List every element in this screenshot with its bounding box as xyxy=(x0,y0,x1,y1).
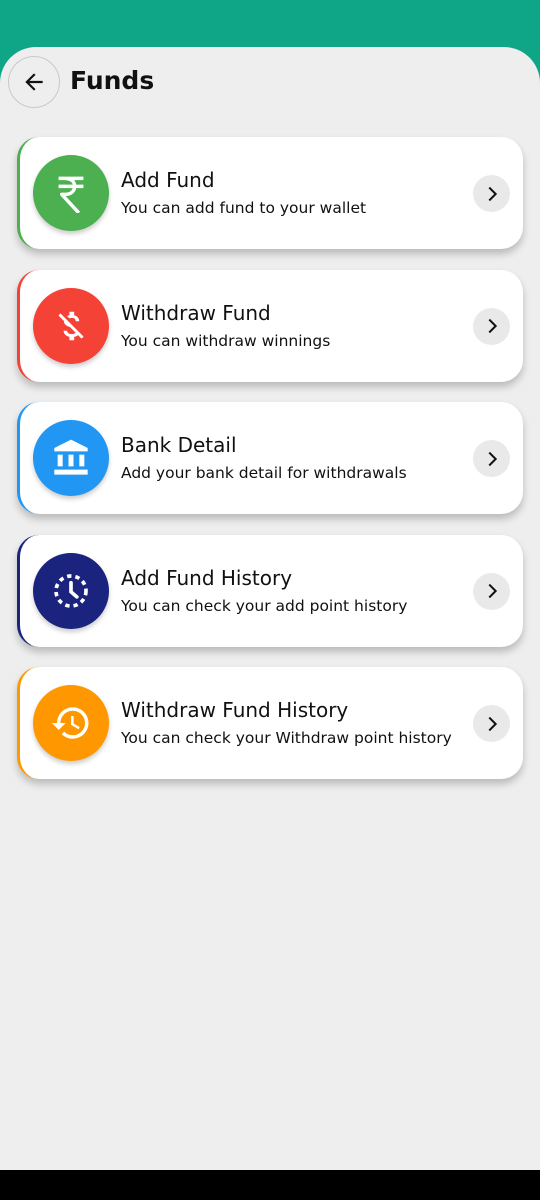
withdraw-fund-card[interactable]: Withdraw Fund You can withdraw winnings xyxy=(17,269,523,382)
page-title: Funds xyxy=(70,66,155,95)
bank-detail-icon-circle xyxy=(33,420,109,496)
add-fund-card[interactable]: Add Fund You can add fund to your wallet xyxy=(17,137,523,249)
add-fund-title: Add Fund xyxy=(121,168,215,192)
clock-dotted-icon xyxy=(54,573,88,608)
money-off-icon xyxy=(58,311,84,340)
funds-menu-list: Add Fund You can add fund to your wallet… xyxy=(17,137,523,800)
arrow-left-icon xyxy=(25,73,43,91)
chevron-right-icon xyxy=(488,583,497,599)
withdraw-fund-history-icon-circle xyxy=(33,685,109,761)
chevron-right-icon xyxy=(488,318,497,334)
bank-detail-card[interactable]: Bank Detail Add your bank detail for wit… xyxy=(17,402,523,514)
bank-detail-title: Bank Detail xyxy=(121,433,237,457)
bank-detail-subtitle: Add your bank detail for withdrawals xyxy=(121,464,407,482)
chevron-right-icon xyxy=(488,451,497,466)
navigation-bar xyxy=(0,1170,540,1200)
withdraw-fund-title: Withdraw Fund xyxy=(121,300,271,325)
chevron-right-icon xyxy=(488,716,497,731)
add-fund-chevron[interactable] xyxy=(473,175,510,212)
withdraw-fund-history-title: Withdraw Fund History xyxy=(121,698,349,722)
add-fund-history-icon-circle xyxy=(33,552,109,629)
withdraw-fund-history-subtitle: You can check your Withdraw point histor… xyxy=(121,729,452,747)
withdraw-fund-history-card[interactable]: Withdraw Fund History You can check your… xyxy=(17,667,523,779)
history-icon xyxy=(51,707,89,739)
back-button[interactable] xyxy=(8,56,60,108)
withdraw-fund-icon-circle xyxy=(33,287,109,364)
chevron-right-icon xyxy=(488,186,497,201)
funds-screen: Funds Add Fund You can add fund to your … xyxy=(0,47,540,1170)
add-fund-subtitle: You can add fund to your wallet xyxy=(121,199,367,217)
withdraw-fund-subtitle: You can withdraw winnings xyxy=(121,331,331,350)
bank-icon xyxy=(54,439,88,475)
add-fund-history-card[interactable]: Add Fund History You can check your add … xyxy=(17,534,523,647)
bank-detail-chevron[interactable] xyxy=(473,440,510,477)
add-fund-history-chevron[interactable] xyxy=(473,572,510,610)
add-fund-history-title: Add Fund History xyxy=(121,565,293,590)
add-fund-history-subtitle: You can check your add point history xyxy=(121,596,408,615)
app-header: Funds xyxy=(0,47,540,117)
add-fund-icon-circle xyxy=(33,155,109,231)
withdraw-fund-chevron[interactable] xyxy=(473,307,510,345)
withdraw-fund-history-chevron[interactable] xyxy=(473,705,510,742)
rupee-icon xyxy=(58,176,84,213)
